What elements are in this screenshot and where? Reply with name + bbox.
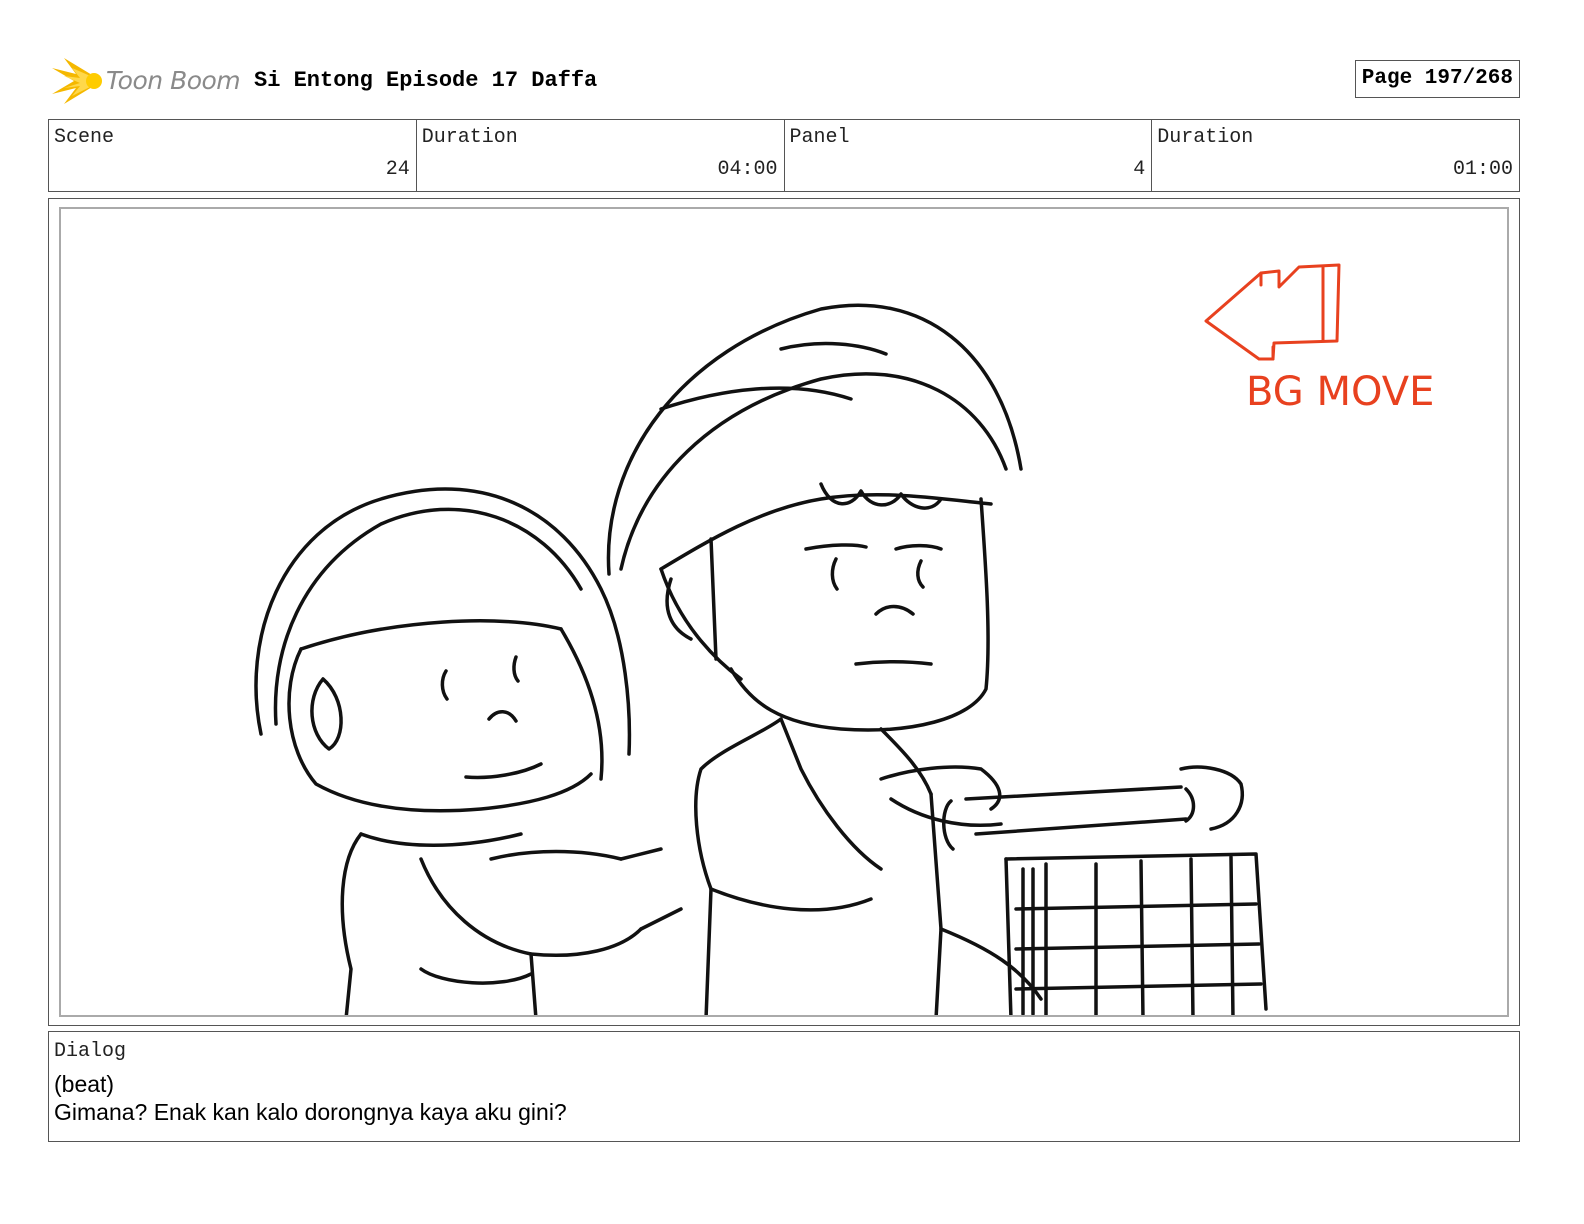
right-kid-sketch [606,303,1244,1015]
dialog-label: Dialog [54,1040,127,1063]
storyboard-panel: BG MOVE [59,207,1509,1017]
toon-boom-burst-icon [52,58,102,104]
panel-frame: BG MOVE [48,198,1520,1026]
scene-info-row: Scene 24 Duration 04:00 Panel 4 Duration… [48,119,1520,192]
page-number: Page 197/268 [1354,60,1520,98]
panel-sketch: BG MOVE [254,263,1434,1015]
dialog-line: (beat) [54,1071,115,1097]
shopping-cart-sketch [942,785,1268,1015]
scene-label: Scene [54,126,115,149]
panel-duration-label: Duration [1157,126,1254,149]
dialog-text: (beat) Gimana? Enak kan kalo dorongnya k… [54,1070,567,1126]
panel-duration-value: 01:00 [1452,158,1513,181]
panel-label: Panel [789,126,850,149]
panel-cell: Panel 4 [785,120,1153,191]
bg-move-annotation: BG MOVE [1246,369,1434,415]
logo-text: Toon Boom [106,66,241,95]
left-kid-sketch [254,487,683,1015]
scene-value: 24 [385,158,410,181]
scene-duration-label: Duration [421,126,518,149]
scene-duration-value: 04:00 [717,158,778,181]
dialog-line: Gimana? Enak kan kalo dorongnya kaya aku… [54,1099,567,1125]
toon-boom-logo: Toon Boom [50,54,241,108]
document-title: Si Entong Episode 17 Daffa [254,68,598,93]
panel-duration-cell: Duration 01:00 [1152,120,1519,191]
bg-move-arrow-icon [1204,263,1341,361]
scene-cell: Scene 24 [49,120,417,191]
storyboard-header: Toon Boom Si Entong Episode 17 Daffa Pag… [48,54,1538,110]
dialog-box: Dialog (beat) Gimana? Enak kan kalo doro… [48,1031,1520,1142]
scene-duration-cell: Duration 04:00 [417,120,785,191]
panel-value: 4 [1133,158,1146,181]
